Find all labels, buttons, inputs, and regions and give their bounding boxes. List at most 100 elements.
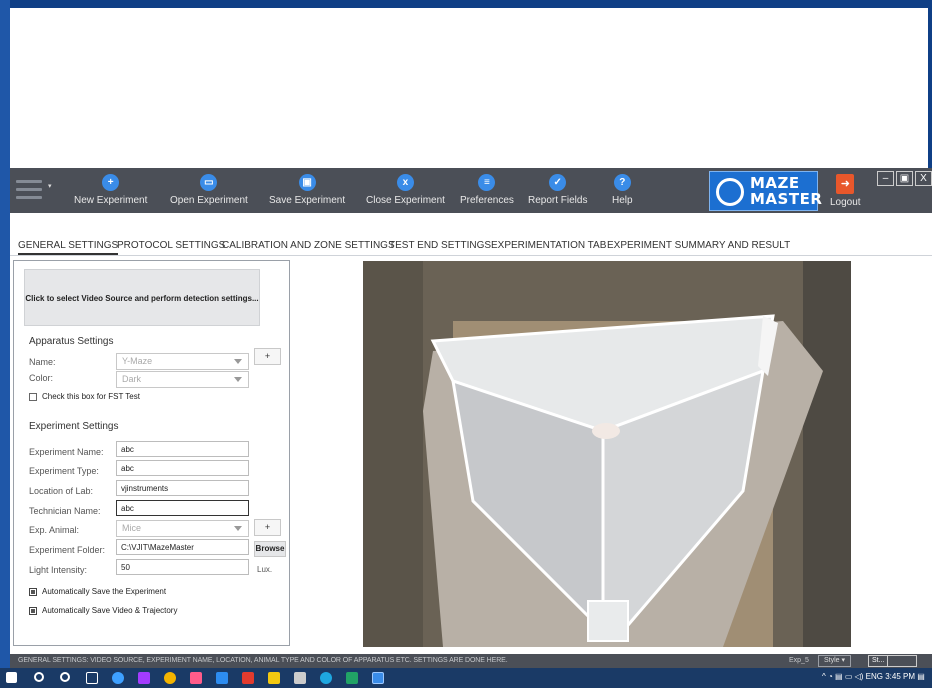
notification-icon[interactable]: ▤ (917, 672, 925, 681)
style-label: Style (824, 657, 840, 664)
windows-taskbar: ^ ◔ ▤ ▭ ◁) ENG 3:45 PM ▤ (0, 668, 932, 688)
cortana-icon[interactable] (60, 672, 70, 682)
close-experiment-button[interactable]: x Close Experiment (366, 174, 445, 206)
toolbar: ▾ + New Experiment ▭ Open Experiment ▣ S… (10, 168, 932, 213)
new-experiment-label: New Experiment (74, 195, 148, 206)
browse-button[interactable]: Browse (254, 541, 286, 557)
video-preview[interactable] (363, 261, 851, 647)
y-maze-video-frame (363, 261, 851, 647)
tab-protocol-settings[interactable]: PROTOCOL SETTINGS (117, 240, 225, 251)
logout-label: Logout (830, 197, 861, 208)
app-icon[interactable] (216, 672, 228, 684)
apparatus-color-label: Color: (29, 373, 54, 383)
apparatus-name-value: Y-Maze (122, 356, 153, 366)
status-message: GENERAL SETTINGS: VIDEO SOURCE, EXPERIME… (18, 657, 508, 664)
preferences-button[interactable]: ≡ Preferences (460, 174, 514, 206)
apparatus-name-select[interactable]: Y-Maze (116, 353, 249, 370)
logout-button[interactable]: ➜ Logout (830, 174, 861, 208)
autosave-video-box[interactable] (29, 606, 37, 615)
window-controls: – ▣ X (875, 171, 932, 186)
close-experiment-label: Close Experiment (366, 195, 445, 206)
excel-icon[interactable] (346, 672, 358, 684)
app-icon[interactable] (294, 672, 306, 684)
help-icon: ? (613, 174, 631, 191)
add-apparatus-button[interactable]: + (254, 348, 281, 365)
experiment-settings-heading: Experiment Settings (29, 421, 119, 432)
experiment-name-label: Experiment Name: (29, 447, 104, 457)
help-button[interactable]: ? Help (612, 174, 633, 206)
chevron-down-icon (234, 359, 242, 364)
autosave-video-checkbox[interactable]: Automatically Save Video & Trajectory (29, 606, 177, 615)
tab-experiment-summary-result[interactable]: EXPERIMENT SUMMARY AND RESULT (607, 240, 790, 251)
video-source-button[interactable]: Click to select Video Source and perform… (24, 269, 260, 326)
apparatus-name-label: Name: (29, 357, 56, 367)
app-icon[interactable] (112, 672, 124, 684)
logo-text-line2: MASTER (750, 190, 823, 208)
app-icon[interactable] (190, 672, 202, 684)
fst-checkbox-label: Check this box for FST Test (42, 392, 140, 401)
file-explorer-icon[interactable] (268, 672, 280, 684)
new-experiment-button[interactable]: + New Experiment (74, 174, 147, 206)
desktop-background-top (10, 0, 932, 8)
animal-select[interactable]: Mice (116, 520, 249, 537)
windows-start-icon[interactable] (6, 672, 17, 683)
apparatus-settings-heading: Apparatus Settings (29, 336, 114, 347)
tab-general-settings[interactable]: GENERAL SETTINGS (18, 240, 119, 255)
fst-checkbox-box[interactable] (29, 392, 37, 401)
autosave-experiment-box[interactable] (29, 587, 37, 596)
edge-icon[interactable] (320, 672, 332, 684)
apparatus-color-select[interactable]: Dark (116, 371, 249, 388)
st-dropdown[interactable]: St... (868, 655, 917, 667)
add-animal-button[interactable]: + (254, 519, 281, 536)
report-fields-button[interactable]: ✓ Report Fields (528, 174, 587, 206)
folder-field[interactable] (116, 539, 249, 555)
app-icon[interactable] (242, 672, 254, 684)
menu-caret-icon[interactable]: ▾ (48, 182, 52, 190)
folder-label: Experiment Folder: (29, 545, 106, 555)
desktop-background-right (928, 8, 932, 168)
experiment-name-field[interactable] (116, 441, 249, 457)
toggle-settings-icon: ≡ (478, 174, 496, 191)
language-indicator[interactable]: ENG (866, 672, 883, 681)
hamburger-menu-icon[interactable] (16, 180, 42, 200)
technician-label: Technician Name: (29, 506, 101, 516)
experiment-id-label: Exp_5 (789, 657, 809, 664)
autosave-video-label: Automatically Save Video & Trajectory (42, 606, 178, 615)
light-intensity-field[interactable] (116, 559, 249, 575)
style-dropdown[interactable]: Style ▾ (818, 655, 852, 667)
autosave-experiment-checkbox[interactable]: Automatically Save the Experiment (29, 587, 166, 596)
chevron-down-icon (234, 526, 242, 531)
visual-studio-icon[interactable] (138, 672, 150, 684)
check-square-icon: ✓ (549, 174, 567, 191)
st-input[interactable] (887, 655, 917, 667)
tab-test-end-settings[interactable]: TEST END SETTINGS (389, 240, 491, 251)
animal-value: Mice (122, 523, 142, 533)
close-window-button[interactable]: X (915, 171, 932, 186)
tab-experimentation[interactable]: EXPERIMENTATION TAB (491, 240, 606, 251)
fst-test-checkbox[interactable]: Check this box for FST Test (29, 392, 140, 401)
save-experiment-button[interactable]: ▣ Save Experiment (269, 174, 345, 206)
autosave-experiment-label: Automatically Save the Experiment (42, 587, 167, 596)
logo-text-line1: MAZE (750, 174, 800, 192)
experiment-type-field[interactable] (116, 460, 249, 476)
tray-icons[interactable]: ^ ◔ ▤ ▭ ◁) (822, 672, 863, 681)
minimize-button[interactable]: – (877, 171, 894, 186)
task-view-icon[interactable] (86, 672, 98, 684)
maze-master-task-icon[interactable] (372, 672, 384, 684)
tab-calibration-zone-settings[interactable]: CALIBRATION AND ZONE SETTINGS (222, 240, 395, 251)
location-field[interactable] (116, 480, 249, 496)
preferences-label: Preferences (460, 195, 514, 206)
open-experiment-button[interactable]: ▭ Open Experiment (170, 174, 248, 206)
search-icon[interactable] (34, 672, 44, 682)
save-icon: ▣ (298, 174, 316, 191)
clock[interactable]: 3:45 PM (885, 672, 915, 681)
new-experiment-icon: + (102, 174, 120, 191)
chevron-down-icon (234, 377, 242, 382)
blank-window-area (10, 8, 928, 168)
restore-button[interactable]: ▣ (896, 171, 913, 186)
settings-tabs: GENERAL SETTINGS PROTOCOL SETTINGS CALIB… (10, 236, 932, 256)
location-label: Location of Lab: (29, 486, 94, 496)
chrome-icon[interactable] (164, 672, 176, 684)
technician-field[interactable] (116, 500, 249, 516)
animal-label: Exp. Animal: (29, 525, 80, 535)
